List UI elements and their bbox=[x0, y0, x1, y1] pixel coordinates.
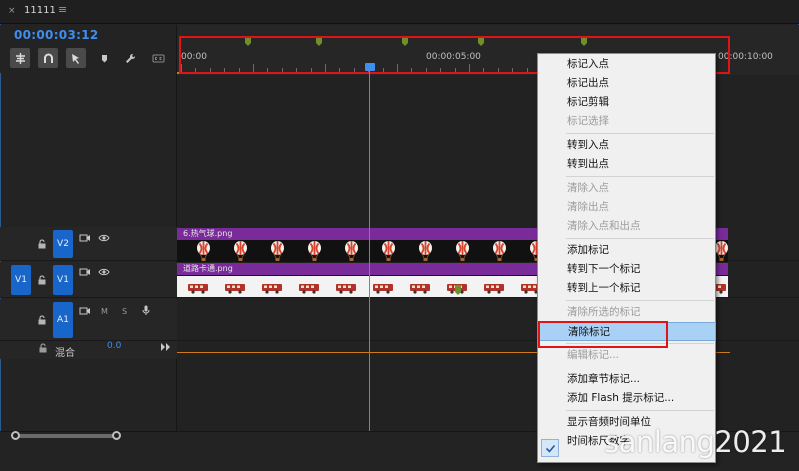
bus-thumbnail bbox=[224, 282, 246, 294]
menu-item[interactable]: 清除入点和出点 bbox=[539, 217, 716, 236]
tab-close-icon[interactable]: × bbox=[8, 6, 16, 16]
menu-item[interactable]: 清除出点 bbox=[539, 198, 716, 217]
track-header-v1: V1 V1 bbox=[0, 262, 177, 298]
bus-thumbnail bbox=[483, 282, 505, 294]
bus-thumbnail bbox=[372, 282, 394, 294]
linked-selection-icon bbox=[71, 53, 79, 64]
menu-item[interactable]: 转到上一个标记 bbox=[539, 279, 716, 298]
clip-marker[interactable] bbox=[455, 285, 461, 295]
eye-icon[interactable] bbox=[98, 267, 110, 277]
solo-button[interactable]: S bbox=[122, 307, 127, 316]
track-header-v2: V2 bbox=[0, 227, 177, 261]
menu-item[interactable]: 标记出点 bbox=[539, 74, 716, 93]
insert-sequence-as-nest-button[interactable] bbox=[10, 48, 30, 68]
balloon-thumbnail bbox=[307, 241, 322, 262]
track-target-a1[interactable]: A1 bbox=[53, 302, 73, 338]
menu-item[interactable]: 标记选择 bbox=[539, 112, 716, 131]
mix-volume-value[interactable]: 0.0 bbox=[107, 341, 121, 351]
marker-icon bbox=[101, 54, 107, 62]
linked-selection-button[interactable] bbox=[66, 48, 86, 68]
menu-item[interactable]: 添加 Flash 提示标记... bbox=[539, 389, 716, 408]
balloon-thumbnail bbox=[714, 241, 729, 262]
zoom-handle-right[interactable] bbox=[112, 431, 121, 440]
checkmark-icon bbox=[541, 439, 559, 457]
bus-thumbnail bbox=[409, 282, 431, 294]
menu-item[interactable]: 标记剪辑 bbox=[539, 93, 716, 112]
lock-icon[interactable] bbox=[37, 315, 47, 325]
eye-icon[interactable] bbox=[98, 233, 110, 243]
menu-separator bbox=[566, 133, 714, 134]
annotation-menu-highlight bbox=[538, 321, 668, 348]
source-patch-v1[interactable]: V1 bbox=[11, 265, 31, 295]
marker-icon bbox=[455, 285, 461, 295]
balloon-thumbnail bbox=[233, 241, 248, 262]
tab-title[interactable]: 11111 bbox=[24, 5, 56, 16]
lock-icon[interactable] bbox=[38, 343, 48, 353]
sync-lock-icon[interactable] bbox=[79, 233, 91, 243]
lock-icon[interactable] bbox=[37, 239, 47, 249]
sync-lock-icon[interactable] bbox=[79, 306, 91, 316]
balloon-thumbnail bbox=[381, 241, 396, 262]
playhead-line[interactable] bbox=[369, 71, 370, 431]
menu-item[interactable]: 转到下一个标记 bbox=[539, 260, 716, 279]
wrench-icon bbox=[125, 53, 135, 63]
track-header-a1: A1 M S bbox=[0, 299, 177, 341]
go-to-end-icon[interactable] bbox=[161, 343, 171, 351]
captions-icon bbox=[152, 54, 164, 62]
lock-icon[interactable] bbox=[37, 275, 47, 285]
menu-separator bbox=[566, 300, 714, 301]
mute-button[interactable]: M bbox=[101, 307, 108, 316]
bus-thumbnail bbox=[335, 282, 357, 294]
snap-button[interactable] bbox=[38, 48, 58, 68]
add-marker-button[interactable] bbox=[94, 48, 114, 68]
menu-item[interactable]: 添加标记 bbox=[539, 241, 716, 260]
menu-item[interactable]: 清除所选的标记 bbox=[539, 303, 716, 322]
magnet-icon bbox=[43, 53, 53, 63]
menu-item[interactable]: 添加章节标记... bbox=[539, 370, 716, 389]
menu-item[interactable]: 标记入点 bbox=[539, 55, 716, 74]
playhead-timecode[interactable]: 00:00:03:12 bbox=[14, 28, 99, 42]
menu-separator bbox=[566, 238, 714, 239]
microphone-icon[interactable] bbox=[140, 305, 152, 315]
track-target-v2[interactable]: V2 bbox=[53, 230, 73, 258]
zoom-handle-left[interactable] bbox=[11, 431, 20, 440]
bus-thumbnail bbox=[298, 282, 320, 294]
sequence-tab-bar: × 11111 ≡ bbox=[0, 0, 799, 24]
balloon-thumbnail bbox=[492, 241, 507, 262]
timeline-settings-button[interactable] bbox=[120, 48, 140, 68]
watermark-text: sanlang2021 bbox=[604, 425, 787, 459]
bus-thumbnail bbox=[261, 282, 283, 294]
mix-track-label: 混合 bbox=[55, 348, 75, 359]
track-target-v1[interactable]: V1 bbox=[53, 265, 73, 295]
sync-lock-icon[interactable] bbox=[79, 267, 91, 277]
menu-item[interactable]: 清除入点 bbox=[539, 179, 716, 198]
menu-item[interactable]: 编辑标记... bbox=[539, 346, 716, 365]
zoom-scrollbar[interactable] bbox=[14, 434, 118, 438]
balloon-thumbnail bbox=[455, 241, 470, 262]
balloon-thumbnail bbox=[270, 241, 285, 262]
captions-button[interactable] bbox=[148, 48, 168, 68]
nest-icon bbox=[15, 52, 25, 64]
menu-separator bbox=[566, 410, 714, 411]
menu-item[interactable]: 转到出点 bbox=[539, 155, 716, 174]
bus-thumbnail bbox=[187, 282, 209, 294]
balloon-thumbnail bbox=[418, 241, 433, 262]
menu-item[interactable]: 转到入点 bbox=[539, 136, 716, 155]
ruler-context-menu: 标记入点 标记出点 标记剪辑 标记选择转到入点 转到出点清除入点 清除出点 清除入点和出点添… bbox=[537, 53, 716, 463]
playhead-handle[interactable] bbox=[365, 63, 375, 71]
balloon-thumbnail bbox=[344, 241, 359, 262]
track-header-mix bbox=[0, 341, 177, 359]
menu-separator bbox=[566, 176, 714, 177]
balloon-thumbnail bbox=[196, 241, 211, 262]
tab-menu-icon[interactable]: ≡ bbox=[58, 3, 67, 16]
